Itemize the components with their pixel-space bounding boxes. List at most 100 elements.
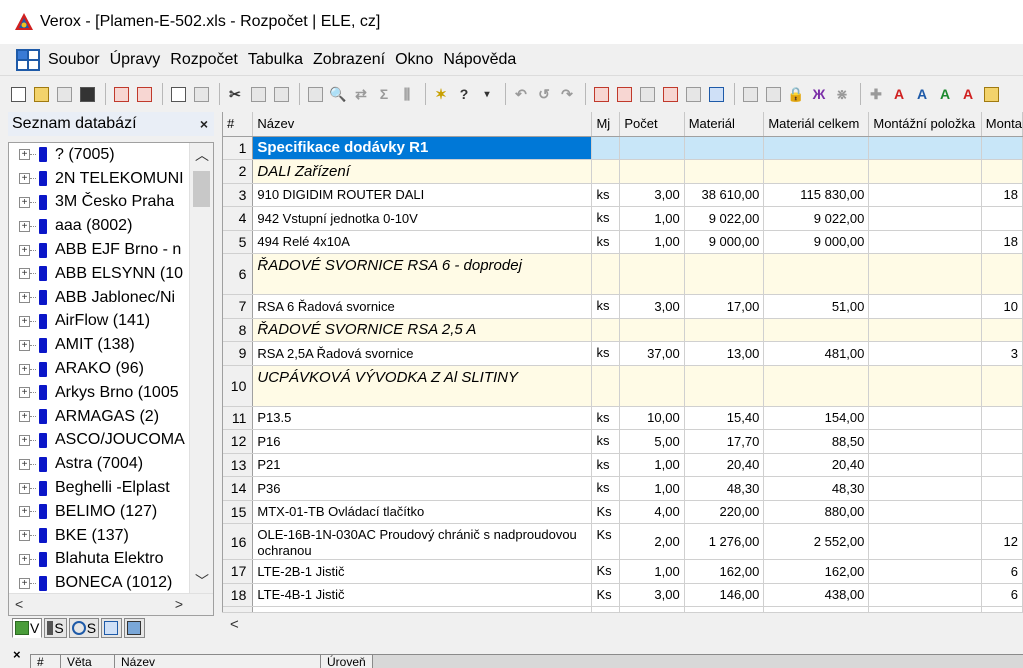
tree-item[interactable]: + Arkys Brno (1005 [9,381,189,405]
paste-icon[interactable] [271,84,291,104]
cell-mj[interactable]: ks [591,476,621,501]
cell-nazev[interactable]: 910 DIGIDIM ROUTER DALI [252,183,593,207]
expand-icon[interactable]: + [19,292,30,304]
table-row[interactable]: 3 910 DIGIDIM ROUTER DALI ks 3,00 38 610,00 1… [223,183,1023,207]
close-icon[interactable]: × [200,116,208,132]
expand-icon[interactable]: + [19,363,30,375]
cell-nazev[interactable]: LTE-4B-1 Jistič [252,583,593,607]
row-number[interactable]: 1 [223,136,254,160]
cell-montaz[interactable] [981,476,1023,501]
cell-material[interactable] [684,136,765,160]
cell-montazni-polozka[interactable] [868,183,982,207]
wand-icon[interactable]: ✶ [431,84,451,104]
table-row[interactable]: 4 942 Vstupní jednotka 0-10V ks 1,00 9 022,0… [223,206,1023,231]
cell-mj[interactable]: ks [591,206,621,231]
columns-icon[interactable]: ⫼ [397,84,417,104]
cell-material-celkem[interactable]: 2 552,00 [763,523,870,560]
cell-pocet[interactable]: 2,00 [619,523,685,560]
cell-material[interactable]: 17,70 [684,429,765,454]
print-icon[interactable] [191,84,211,104]
expand-icon[interactable]: + [19,387,30,399]
cell-nazev[interactable]: MTX-01-TB Ovládací tlačítko [252,500,593,524]
row-number[interactable]: 8 [223,318,254,342]
delete-row-icon[interactable] [614,84,634,104]
col-header-index[interactable]: # [30,654,60,668]
tab-window[interactable] [101,618,123,638]
cell-pocet[interactable] [619,136,685,160]
expand-icon[interactable]: + [19,339,30,351]
table-row[interactable]: 5 494 Relé 4x10A ks 1,00 9 000,00 9 000,00 18 [223,230,1023,254]
row-number[interactable]: 6 [223,253,254,295]
export-icon[interactable] [111,84,131,104]
table-row[interactable]: 13 P21 ks 1,00 20,40 20,40 [223,453,1023,477]
cell-pocet[interactable] [619,253,685,295]
database-tree[interactable]: +? (7005) +2N TELEKOMUNI +3M Česko Praha + a… [8,142,214,616]
undo-list-icon[interactable]: ↺ [534,84,554,104]
row-number[interactable]: 16 [223,523,254,560]
table-row[interactable]: 9 RSA 2,5A Řadová svornice ks 37,00 13,00 481… [223,341,1023,366]
expand-icon[interactable]: + [19,149,30,161]
cell-montaz[interactable]: 6 [981,583,1023,607]
tree-item[interactable]: +2N TELEKOMUNI [9,167,189,191]
cell-pocet[interactable]: 37,00 [619,341,685,366]
cell-nazev[interactable]: RSA 6 Řadová svornice [252,294,593,319]
move-row-icon[interactable] [637,84,657,104]
row-number[interactable]: 18 [223,583,254,607]
col-header-veta[interactable]: Věta [60,654,114,668]
grid-horizontal-scrollbar[interactable]: < [222,612,1023,636]
cell-material-celkem[interactable]: 481,00 [763,341,870,366]
lock-icon[interactable]: 🔒 [786,84,806,104]
cell-montazni-polozka[interactable] [868,500,982,524]
cell-material[interactable]: 1 276,00 [684,523,765,560]
replace-icon[interactable]: ⇄ [351,84,371,104]
cell-nazev[interactable]: ŘADOVÉ SVORNICE RSA 6 - doprodej [252,253,593,295]
tree-item[interactable]: + BKE (137) [9,524,189,548]
cell-nazev[interactable]: OLE-16B-1N-030AC Proudový chránič s nadp… [252,523,593,560]
scroll-thumb[interactable] [193,171,210,207]
cell-montazni-polozka[interactable] [868,429,982,454]
tab-databases[interactable]: V [12,618,43,638]
cell-montaz[interactable]: 6 [981,559,1023,584]
tree-item[interactable]: + Beghelli -Elplast [9,476,189,500]
cell-montaz[interactable]: 10 [981,294,1023,319]
sum-icon[interactable]: Σ [374,84,394,104]
cell-nazev[interactable]: Specifikace dodávky R1 [252,136,593,160]
cell-material-celkem[interactable]: 51,00 [763,294,870,319]
tree-item[interactable]: +3M Česko Praha [9,191,189,215]
cell-pocet[interactable]: 4,00 [619,500,685,524]
cell-material-celkem[interactable]: 154,00 [763,406,870,430]
tree-item[interactable]: + BONECA (1012) [9,571,189,595]
table-row[interactable]: 2 DALI Zařízení [223,159,1023,184]
cell-material[interactable]: 17,00 [684,294,765,319]
cell-pocet[interactable] [619,318,685,342]
cell-pocet[interactable]: 1,00 [619,476,685,501]
cell-mj[interactable]: ks [591,230,621,254]
search-icon[interactable]: 🔍 [328,84,348,104]
save-icon[interactable] [77,84,97,104]
scroll-down-icon[interactable]: ﹀ [190,571,213,593]
cell-mj[interactable]: Ks [591,559,621,584]
cell-pocet[interactable] [619,365,685,407]
cell-material[interactable]: 48,30 [684,476,765,501]
cell-nazev[interactable]: P13.5 [252,406,593,430]
cell-material[interactable]: 146,00 [684,583,765,607]
tree-horizontal-scrollbar[interactable]: < > [9,593,213,615]
cell-pocet[interactable] [619,159,685,184]
cell-montaz[interactable] [981,318,1023,342]
table-row[interactable]: 1 Specifikace dodávky R1 [223,136,1023,160]
cell-mj[interactable] [591,365,621,407]
cell-pocet[interactable]: 1,00 [619,453,685,477]
menu-tabulka[interactable]: Tabulka [248,51,303,69]
row-number[interactable]: 12 [223,429,254,454]
expand-icon[interactable]: + [19,196,30,208]
cell-material-celkem[interactable]: 438,00 [763,583,870,607]
mdi-window-icon[interactable] [16,48,40,71]
menu-okno[interactable]: Okno [395,51,433,69]
row-number[interactable]: 2 [223,159,254,184]
cell-pocet[interactable]: 5,00 [619,429,685,454]
cell-nazev[interactable]: DALI Zařízení [252,159,593,184]
row-number[interactable]: 4 [223,206,254,231]
cell-montazni-polozka[interactable] [868,341,982,366]
menu-upravy[interactable]: Úpravy [110,51,161,69]
menu-napoveda[interactable]: Nápověda [443,51,516,69]
